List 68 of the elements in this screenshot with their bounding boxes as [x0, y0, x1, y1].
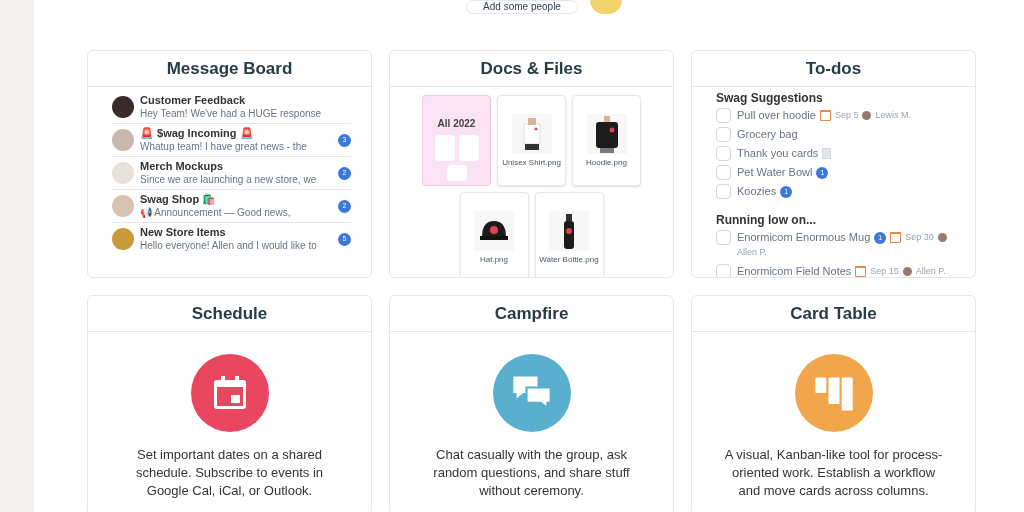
checkbox[interactable]	[716, 108, 731, 123]
tool-description: Set important dates on a shared schedule. Subscribe to events in Google Cal, iCal, or Outlook.	[134, 446, 325, 500]
message-preview: Hey Team! We've had a HUGE response	[140, 107, 323, 120]
tool-card[interactable]	[87, 50, 372, 278]
folder[interactable]: All 2022	[422, 95, 491, 186]
tool-card[interactable]: Card Table A visual, Kanban-like tool for process-oriented work. Establish a workflow and move cards across columns.	[691, 295, 976, 512]
card-title[interactable]: Schedule	[191, 300, 268, 327]
folder-name: All 2022	[437, 117, 476, 131]
due-date: Sep 15	[870, 265, 899, 277]
file-name: Water Bottle.png	[538, 254, 600, 265]
checkbox[interactable]	[716, 264, 731, 277]
message-title[interactable]: Merch Mockups	[140, 160, 332, 173]
todo-text[interactable]: Koozies	[737, 184, 777, 199]
checkbox[interactable]	[716, 230, 731, 245]
tool-card[interactable]: Docs & Files All 2022 Unisex Shirt.png Hoodie.png Hat.png Water Bottle.png	[389, 50, 674, 278]
file-thumbnail	[446, 165, 467, 181]
message-title[interactable]: New Store Items	[140, 226, 332, 239]
message-title[interactable]: Swag Shop 🛍	[140, 193, 332, 206]
todo-text[interactable]: Grocery bag	[737, 127, 798, 142]
message-title[interactable]: 🚨 $wag Incoming 🚨	[140, 127, 332, 140]
calendar-icon	[890, 232, 902, 243]
avatar-icon[interactable]	[589, 0, 622, 14]
calendar-icon	[819, 110, 831, 121]
card-title[interactable]: To-dos	[805, 55, 862, 82]
message-preview: Whatup team! I have great news - the	[140, 140, 308, 153]
file-name: Hoodie.png	[585, 157, 628, 168]
due-date: Sep 30	[905, 231, 934, 244]
file-tile[interactable]: Hat.png	[459, 192, 529, 277]
tool-card[interactable]: Schedule Set important dates on a shared schedule. Subscribe to events in Google Cal, iCal, or Outlook.	[87, 295, 372, 512]
avatar-icon	[937, 233, 947, 242]
avatar-icon	[862, 111, 872, 120]
calendar-icon	[855, 266, 867, 277]
list-title[interactable]: Running low on...	[716, 213, 951, 228]
todo-text[interactable]: Pull over hoodie	[737, 108, 816, 123]
assignee: Allen P.	[915, 265, 946, 277]
tool-description: Chat casually with the group, ask random questions, and share stuff without ceremony.	[432, 446, 631, 500]
checkbox[interactable]	[716, 127, 731, 142]
message-preview: 📢 Announcement — Good news,	[140, 206, 292, 219]
card-title[interactable]: Message Board	[166, 55, 293, 82]
tool-description: A visual, Kanban-like tool for process-oriented work. Establish a workflow and move cards across columns.	[724, 446, 943, 500]
avatar-icon	[902, 267, 912, 276]
todo-text[interactable]: Thank you cards	[737, 146, 819, 161]
file-tile[interactable]: Hoodie.png	[572, 95, 641, 186]
file-name: Hat.png	[479, 254, 509, 265]
tool-card[interactable]: Campfire Chat casually with the group, ask random questions, and share stuff without ceremony.	[389, 295, 674, 512]
message-title[interactable]: Customer Feedback	[140, 94, 351, 107]
assignee: Allen P.	[737, 246, 767, 259]
message-preview: Since we are launching a new store, we	[140, 173, 318, 186]
file-thumbnail	[458, 135, 479, 161]
file-tile[interactable]: Water Bottle.png	[534, 192, 604, 277]
checkbox[interactable]	[716, 165, 731, 180]
todo-text[interactable]: Enormicom Enormous Mug	[737, 230, 871, 245]
message-preview: Hello everyone! Allen and I would like to	[140, 239, 318, 252]
assignee: Lewis M.	[875, 109, 911, 122]
file-tile[interactable]: Unisex Shirt.png	[497, 95, 566, 186]
todo-text[interactable]: Enormicom Field Notes	[737, 264, 852, 277]
due-date: Sep 5	[834, 109, 859, 122]
todo-text[interactable]: Pet Water Bowl	[737, 165, 813, 180]
card-title[interactable]: Docs & Files	[480, 55, 583, 82]
list-title[interactable]: Swag Suggestions	[716, 91, 951, 106]
file-thumbnail	[434, 135, 455, 161]
note-icon	[822, 148, 832, 159]
card-title[interactable]: Card Table	[790, 300, 877, 327]
checkbox[interactable]	[716, 184, 731, 199]
file-name: Unisex Shirt.png	[501, 157, 562, 168]
tool-card[interactable]	[691, 50, 976, 278]
card-title[interactable]: Campfire	[494, 300, 569, 327]
checkbox[interactable]	[716, 146, 731, 161]
